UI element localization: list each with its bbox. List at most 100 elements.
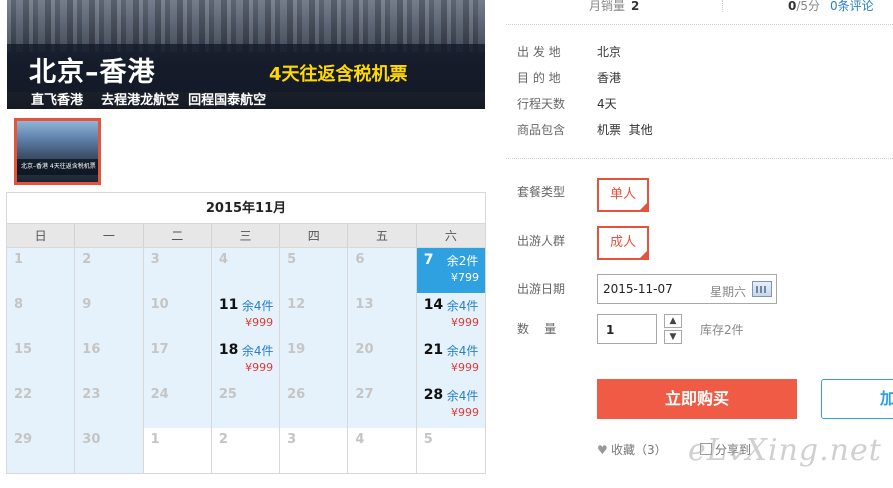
stats-divider	[722, 0, 723, 12]
day-number: 4	[218, 252, 228, 267]
calendar-day: 15	[7, 338, 76, 383]
group-option-adult[interactable]: 成人	[597, 226, 649, 260]
day-number: 5	[423, 432, 433, 447]
day-number: 13	[355, 297, 374, 312]
day-number: 12	[287, 297, 306, 312]
day-number: 29	[14, 432, 33, 447]
day-number: 18	[218, 342, 239, 358]
calendar-day: 1	[143, 428, 212, 473]
weekday: 一	[75, 224, 144, 247]
banner-title: 北京–香港	[29, 57, 156, 88]
package-label: 套餐类型	[517, 185, 566, 199]
product-thumbnail[interactable]: 北京–香港 4天往返含税机票	[14, 118, 101, 185]
day-number: 9	[82, 297, 92, 312]
day-number: 24	[150, 387, 169, 402]
day-number: 19	[287, 342, 306, 357]
stock-remaining: 库存2件	[700, 323, 744, 337]
day-number: 16	[82, 342, 101, 357]
day-price: ¥999	[245, 361, 274, 374]
sales-value: 2	[631, 0, 640, 13]
calendar-day: 8	[7, 293, 76, 338]
calendar-day: 13	[348, 293, 417, 338]
includes-label: 商品包含	[517, 123, 566, 137]
calendar-day: 5	[416, 428, 485, 473]
destination-label: 目 的 地	[517, 71, 561, 85]
thumbnail-caption: 北京–香港 4天往返含税机票	[21, 163, 96, 170]
date-weekday: 星期六	[710, 285, 747, 299]
calendar-day-available[interactable]: 18 余4件 ¥999	[211, 338, 281, 383]
calendar-body: 1 2 3 4 5 6 7 余2件 ¥799 8 9 10 11 余4件 ¥999 12 13 14 余4件 ¥999…	[7, 248, 485, 473]
travel-date-picker[interactable]: 2015-11-07 星期六	[597, 274, 777, 304]
quantity-increase-button[interactable]: ▲	[664, 314, 682, 328]
day-number: 17	[150, 342, 169, 357]
weekday: 四	[280, 224, 349, 247]
calendar-day: 24	[143, 383, 212, 428]
day-number: 1	[14, 252, 24, 267]
day-number: 23	[82, 387, 101, 402]
weekday: 三	[212, 224, 281, 247]
favorite-button[interactable]: ♥ 收藏（3）	[597, 441, 667, 458]
departure-value: 北京	[597, 45, 622, 59]
calendar-day: 25	[211, 383, 281, 428]
calendar-day: 6	[348, 248, 417, 293]
days-value: 4天	[597, 97, 617, 111]
day-stock: 余2件	[446, 254, 479, 268]
divider	[506, 158, 893, 159]
day-number: 8	[14, 297, 24, 312]
calendar-day: 4	[348, 428, 417, 473]
calendar-month-title: 2015年11月	[7, 193, 485, 224]
banner-promo: 4天往返含税机票	[269, 64, 408, 85]
quantity-label: 数 量	[517, 322, 557, 336]
calendar-day: 3	[143, 248, 212, 293]
sales-label: 月销量	[589, 0, 626, 13]
banner-subtitle: 直飞香港 去程港龙航空 回程国泰航空	[31, 93, 267, 108]
day-number: 21	[423, 342, 444, 358]
calendar-week-row: 8 9 10 11 余4件 ¥999 12 13 14 余4件 ¥999	[7, 293, 485, 338]
calendar-day: 3	[280, 428, 349, 473]
weekday: 二	[144, 224, 212, 247]
package-option-label: 单人	[609, 187, 636, 202]
calendar-day: 19	[280, 338, 349, 383]
day-number: 5	[287, 252, 297, 267]
calendar-day: 2	[75, 248, 144, 293]
monthly-sales: 月销量 2	[589, 0, 639, 14]
day-number: 4	[355, 432, 365, 447]
add-to-cart-button[interactable]: 加	[821, 379, 893, 419]
calendar-day: 26	[280, 383, 349, 428]
heart-icon: ♥	[597, 443, 608, 457]
day-number: 14	[423, 297, 444, 313]
quantity-input[interactable]: 1	[597, 314, 657, 344]
favorite-label: 收藏（3）	[611, 443, 667, 457]
weekday: 六	[444, 229, 457, 243]
calendar-day: 23	[75, 383, 144, 428]
calendar-day: 17	[143, 338, 212, 383]
buy-now-button[interactable]: 立即购买	[597, 379, 797, 419]
package-option-single[interactable]: 单人	[597, 178, 649, 212]
day-number: 26	[287, 387, 306, 402]
calendar-day: 5	[280, 248, 349, 293]
calendar-day-available[interactable]: 11 余4件 ¥999	[211, 293, 281, 338]
quantity-decrease-button[interactable]: ▼	[664, 330, 682, 344]
calendar-day-selected[interactable]: 7 余2件 ¥799	[416, 248, 485, 293]
day-number: 6	[355, 252, 365, 267]
reviews-link[interactable]: 0条评论	[830, 0, 874, 13]
date-label: 出游日期	[517, 282, 566, 296]
departure-label: 出 发 地	[517, 45, 561, 59]
rating: 0/5分 0条评论	[788, 0, 874, 14]
weekday: 日	[7, 224, 76, 247]
calendar-day-available[interactable]: 21 余4件 ¥999	[416, 338, 485, 383]
weekday: 五	[348, 224, 417, 247]
calendar-day-available[interactable]: 28 余4件 ¥999	[416, 383, 485, 428]
price-calendar: 2015年11月 日 一 二 三 四 五 六 1 2 3 4 5 6 7 余2件 ¥799 8 9 1…	[6, 192, 486, 474]
calendar-day-available[interactable]: 14 余4件 ¥999	[416, 293, 485, 338]
calendar-day: 16	[75, 338, 144, 383]
includes-value: 机票 其他	[597, 123, 653, 137]
day-number: 7	[423, 252, 434, 268]
calendar-icon[interactable]	[752, 281, 772, 297]
day-number: 1	[150, 432, 160, 447]
calendar-day: 30	[75, 428, 144, 473]
calendar-day: 1	[7, 248, 76, 293]
calendar-day: 27	[348, 383, 417, 428]
calendar-day: 20	[348, 338, 417, 383]
day-number: 20	[355, 342, 374, 357]
